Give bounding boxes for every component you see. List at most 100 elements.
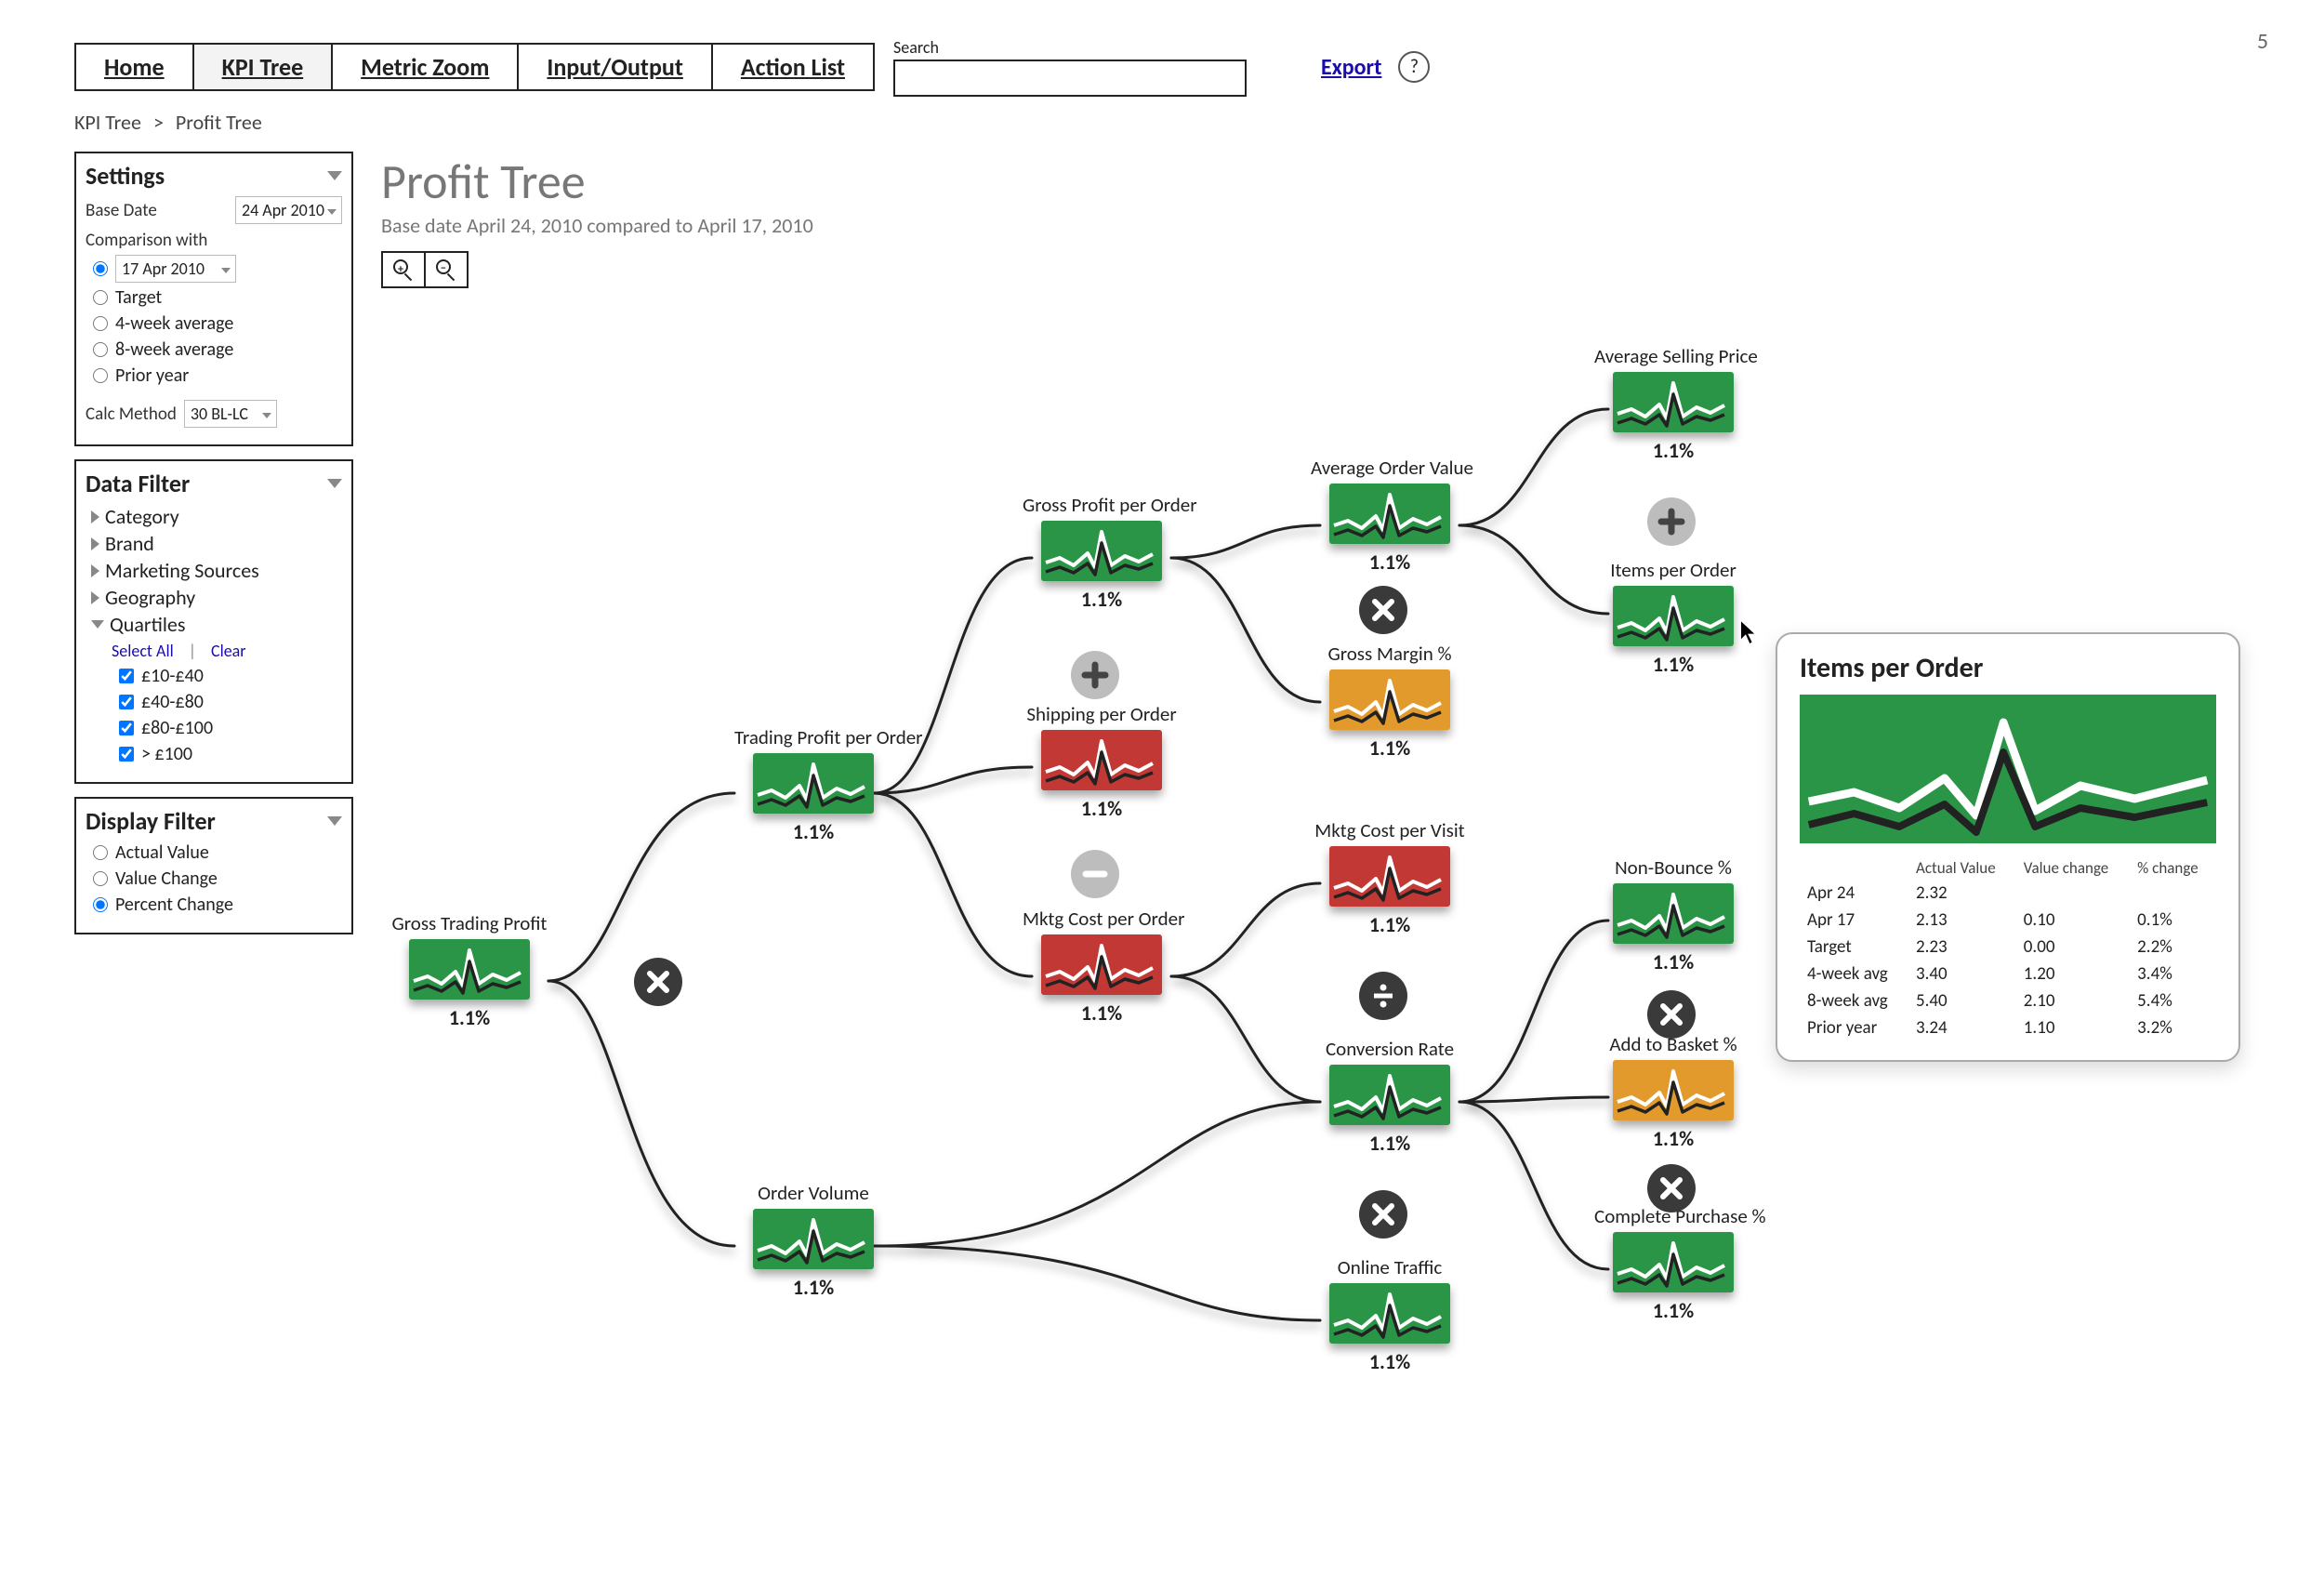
radio-compare-date[interactable] (93, 261, 108, 276)
radio-value-change[interactable] (93, 871, 108, 886)
op-minus (1071, 850, 1119, 898)
expand-icon (91, 591, 99, 604)
zoom-in-button[interactable]: + (381, 251, 426, 288)
breadcrumb-root[interactable]: KPI Tree (74, 110, 141, 135)
tab-action-list[interactable]: Action List (711, 43, 875, 91)
radio-4week-label: 4-week average (115, 312, 233, 335)
sparkline (1329, 484, 1450, 544)
op-multiply (1647, 990, 1696, 1039)
node-value: 1.1% (1594, 1126, 1752, 1151)
collapse-icon[interactable] (327, 816, 342, 826)
node-cp[interactable]: Complete Purchase %1.1% (1594, 1204, 1752, 1323)
sparkline (1613, 372, 1734, 432)
node-ot[interactable]: Online Traffic1.1% (1311, 1255, 1469, 1374)
calc-dropdown[interactable]: 30 BL-LC (184, 400, 277, 428)
node-nb[interactable]: Non-Bounce %1.1% (1594, 855, 1752, 974)
export-link[interactable]: Export (1321, 54, 1381, 81)
node-value: 1.1% (1311, 550, 1469, 575)
tooltip-row: 8-week avg5.402.105.4% (1800, 987, 2216, 1014)
tooltip-row: Target2.230.002.2% (1800, 934, 2216, 961)
radio-percent-change[interactable] (93, 897, 108, 912)
node-title: Average Selling Price (1594, 344, 1752, 368)
zoom-out-button[interactable]: − (424, 251, 469, 288)
tab-home[interactable]: Home (74, 43, 194, 91)
display-filter-title: Display Filter (86, 806, 216, 836)
op-plus (1647, 497, 1696, 546)
sparkline (1329, 669, 1450, 730)
tab-kpi-tree[interactable]: KPI Tree (192, 43, 334, 91)
node-mco[interactable]: Mktg Cost per Order1.1% (1023, 907, 1181, 1026)
collapse-icon[interactable] (327, 171, 342, 180)
radio-4week[interactable] (93, 316, 108, 331)
help-button[interactable]: ? (1398, 51, 1430, 83)
tab-metric-zoom[interactable]: Metric Zoom (331, 43, 519, 91)
base-date-dropdown[interactable]: 24 Apr 2010 (235, 196, 342, 224)
radio-actual-value[interactable] (93, 845, 108, 860)
radio-8week[interactable] (93, 342, 108, 357)
filter-quartiles[interactable]: Quartiles (91, 612, 342, 637)
node-spo[interactable]: Shipping per Order1.1% (1023, 702, 1181, 821)
radio-prior-year-label: Prior year (115, 364, 189, 387)
display-filter-panel: Display Filter Actual Value Value Change… (74, 797, 353, 934)
node-value: 1.1% (1594, 438, 1752, 463)
node-tpo[interactable]: Trading Profit per Order 1.1% (734, 725, 892, 844)
sparkline (1613, 1060, 1734, 1120)
sparkline (753, 753, 874, 814)
node-atb[interactable]: Add to Basket %1.1% (1594, 1032, 1752, 1151)
magnifier-minus-icon: − (436, 259, 456, 280)
filter-geography[interactable]: Geography (91, 585, 342, 610)
filter-brand[interactable]: Brand (91, 531, 342, 556)
node-gtp[interactable]: Gross Trading Profit1.1% (390, 911, 548, 1030)
radio-target[interactable] (93, 290, 108, 305)
node-value: 1.1% (1311, 735, 1469, 761)
node-title: Mktg Cost per Visit (1311, 818, 1469, 842)
data-filter-panel: Data Filter Category Brand Marketing Sou… (74, 459, 353, 784)
tooltip-chart (1800, 695, 2216, 843)
breadcrumb: KPI Tree > Profit Tree (74, 110, 2250, 135)
tab-input-output[interactable]: Input/Output (517, 43, 712, 91)
select-all-link[interactable]: Select All (112, 641, 174, 661)
clear-link[interactable]: Clear (211, 641, 246, 661)
node-cr[interactable]: Conversion Rate1.1% (1311, 1037, 1469, 1156)
op-plus (1071, 651, 1119, 699)
search-label: Search (893, 37, 1247, 58)
filter-marketing[interactable]: Marketing Sources (91, 558, 342, 583)
quartile-check-3[interactable] (119, 721, 134, 735)
node-value: 1.1% (1311, 1349, 1469, 1374)
node-ov[interactable]: Order Volume1.1% (734, 1181, 892, 1300)
quartile-check-1[interactable] (119, 669, 134, 683)
node-asp[interactable]: Average Selling Price 1.1% (1594, 344, 1752, 463)
quartile-label-3: £80-£100 (141, 717, 213, 739)
quartile-check-4[interactable] (119, 747, 134, 762)
filter-label: Brand (105, 531, 154, 556)
collapse-icon[interactable] (327, 479, 342, 488)
settings-panel: Settings Base Date 24 Apr 2010 Compariso… (74, 152, 353, 446)
quartile-check-2[interactable] (119, 695, 134, 709)
node-value: 1.1% (390, 1005, 548, 1030)
node-gm[interactable]: Gross Margin %1.1% (1311, 642, 1469, 761)
sparkline (1613, 586, 1734, 646)
sparkline (1613, 883, 1734, 944)
node-value: 1.1% (734, 819, 892, 844)
radio-prior-year[interactable] (93, 368, 108, 383)
filter-category[interactable]: Category (91, 504, 342, 529)
sparkline (1041, 934, 1162, 995)
radio-target-label: Target (115, 286, 162, 309)
sparkline (409, 939, 530, 1000)
compare-date-dropdown[interactable]: 17 Apr 2010 (115, 255, 236, 283)
node-title: Trading Profit per Order (734, 725, 892, 749)
radio-percent-change-label: Percent Change (115, 894, 233, 916)
node-value: 1.1% (1311, 912, 1469, 937)
node-ipo[interactable]: Items per Order1.1% (1594, 558, 1752, 677)
node-mcv[interactable]: Mktg Cost per Visit 1.1% (1311, 818, 1469, 937)
tooltip-row: 4-week avg3.401.203.4% (1800, 961, 2216, 987)
tooltip-title: Items per Order (1800, 651, 2216, 685)
search-input[interactable] (893, 60, 1247, 97)
node-gpo[interactable]: Gross Profit per Order1.1% (1023, 493, 1181, 612)
node-title: Non-Bounce % (1594, 855, 1752, 880)
node-title: Conversion Rate (1311, 1037, 1469, 1061)
sparkline (753, 1209, 874, 1269)
node-title: Items per Order (1594, 558, 1752, 582)
node-aov[interactable]: Average Order Value1.1% (1311, 456, 1469, 575)
filter-label: Marketing Sources (105, 558, 259, 583)
